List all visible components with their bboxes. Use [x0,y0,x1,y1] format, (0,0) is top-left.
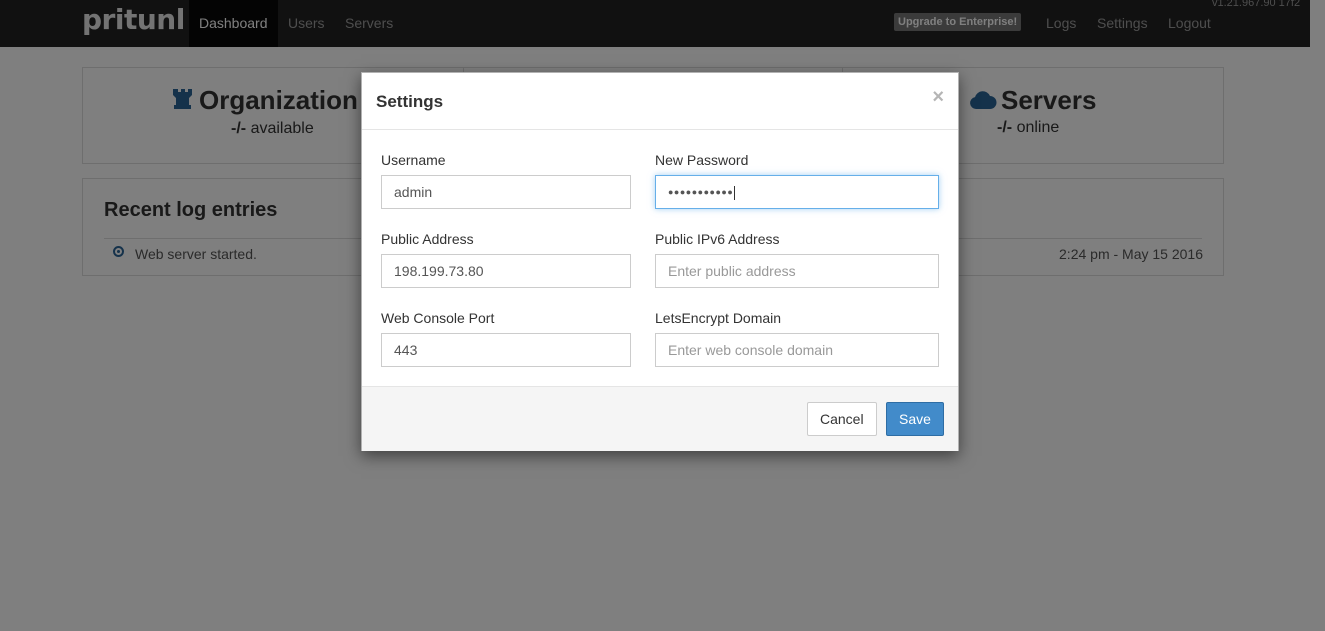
modal-title: Settings [376,92,444,111]
save-button[interactable]: Save [886,402,944,436]
username-label: Username [381,152,446,168]
settings-modal: Settings × Username New Password ●●●●●●●… [361,72,959,451]
username-field[interactable] [381,175,631,209]
cancel-button[interactable]: Cancel [807,402,877,436]
new-password-field[interactable]: ●●●●●●●●●●● [655,175,939,209]
new-password-label: New Password [655,152,749,168]
public-ipv6-field[interactable] [655,254,939,288]
modal-footer: Cancel Save [362,386,958,451]
public-address-label: Public Address [381,231,474,247]
password-value: ●●●●●●●●●●● [668,187,734,197]
letsencrypt-domain-field[interactable] [655,333,939,367]
public-address-field[interactable] [381,254,631,288]
web-console-port-label: Web Console Port [381,310,495,326]
web-console-port-field[interactable] [381,333,631,367]
close-icon[interactable]: × [932,86,944,109]
modal-header: Settings × [362,73,958,130]
letsencrypt-domain-label: LetsEncrypt Domain [655,310,782,326]
public-ipv6-label: Public IPv6 Address [655,231,780,247]
